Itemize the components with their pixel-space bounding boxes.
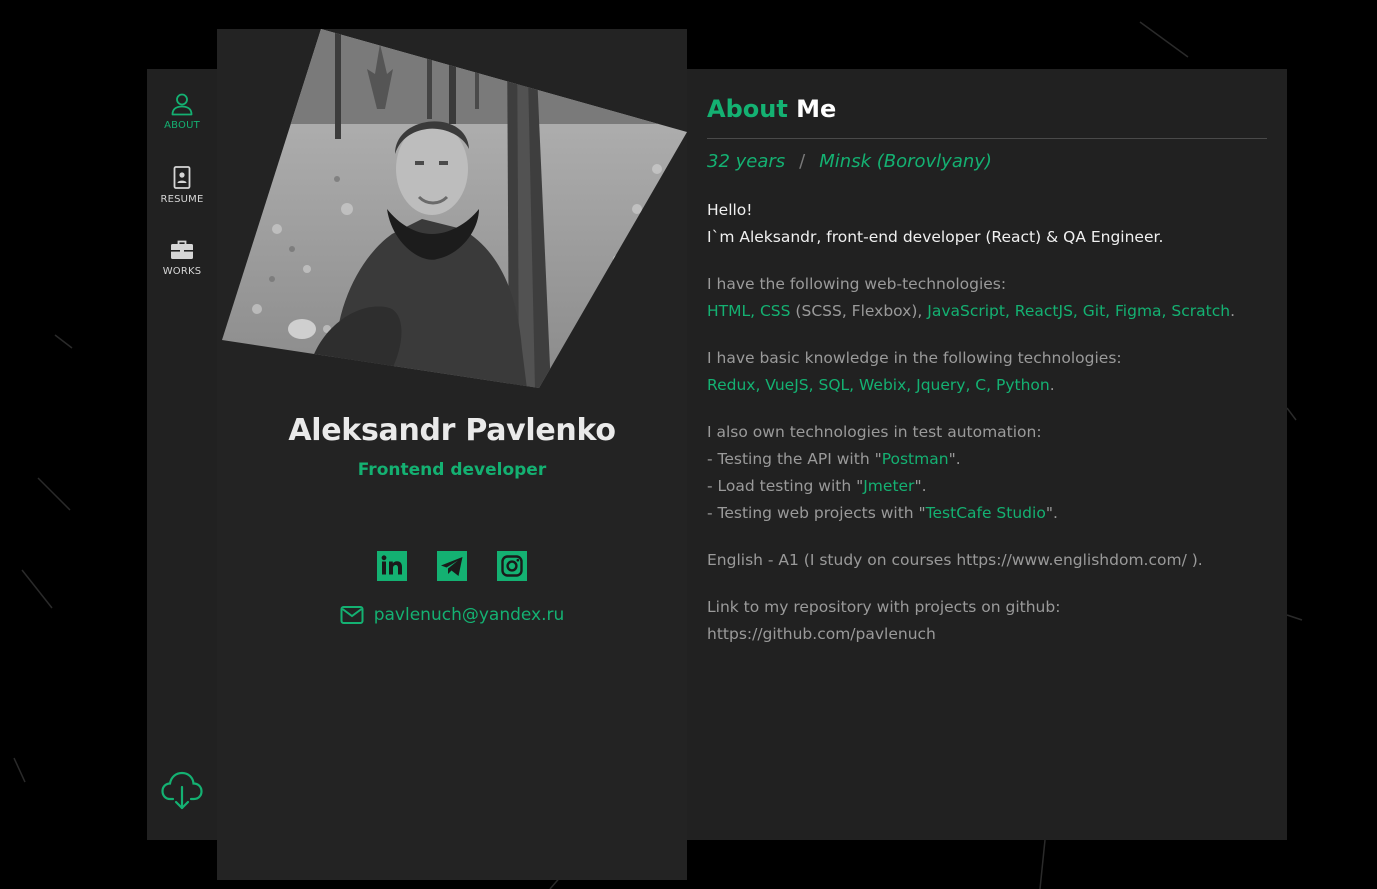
tech-list-a: HTML, CSS: [707, 302, 791, 320]
english-paragraph: English - A1 (I study on courses https:/…: [707, 551, 1203, 569]
envelope-icon: [340, 606, 364, 624]
profile-role: Frontend developer: [357, 460, 547, 480]
about-meta: 32 years / Minsk (Borovlyany): [707, 151, 992, 172]
about-title: About Me: [707, 95, 836, 123]
profile-photo: [222, 29, 687, 388]
greeting: Hello! I`m Aleksandr, front-end develope…: [707, 197, 1267, 251]
automation-2-post: ".: [914, 477, 927, 495]
meta-separator: /: [799, 151, 806, 172]
nav-label-resume: RESUME: [160, 194, 204, 205]
basic-knowledge-paragraph: I have basic knowledge in the following …: [707, 345, 1267, 399]
briefcase-icon: [171, 240, 193, 259]
automation-1-pre: - Testing the API with ": [707, 450, 882, 468]
repo-link[interactable]: https://github.com/pavlenuch: [707, 625, 936, 643]
cloud-download-icon[interactable]: [161, 769, 203, 811]
greeting-line-2: I`m Aleksandr, front-end developer (Reac…: [707, 228, 1164, 246]
id-card-icon: [173, 166, 191, 189]
email-text: pavlenuch@yandex.ru: [373, 605, 565, 625]
automation-3-post: ".: [1045, 504, 1058, 522]
linkedin-link[interactable]: [377, 551, 407, 581]
automation-1-post: ".: [948, 450, 961, 468]
repository-paragraph: Link to my repository with projects on g…: [707, 594, 1267, 648]
nav-item-works[interactable]: WORKS: [147, 237, 217, 277]
automation-intro: I also own technologies in test automati…: [707, 423, 1042, 441]
nav-label-works: WORKS: [162, 266, 202, 277]
about-title-rest: Me: [787, 95, 837, 123]
email-link[interactable]: pavlenuch@yandex.ru: [217, 605, 687, 625]
repo-intro: Link to my repository with projects on g…: [707, 598, 1061, 616]
automation-2-pre: - Load testing with ": [707, 477, 864, 495]
location: Minsk (Borovlyany): [819, 151, 992, 172]
title-divider: [707, 138, 1267, 139]
tech-list-c: JavaScript, ReactJS, Git, Figma, Scratch: [927, 302, 1231, 320]
automation-3-pre: - Testing web projects with ": [707, 504, 926, 522]
automation-tool-testcafe: TestCafe Studio: [925, 504, 1046, 522]
profile-name: Aleksandr Pavlenko: [288, 413, 616, 448]
nav-item-resume[interactable]: RESUME: [147, 165, 217, 205]
side-navigation: ABOUT RESUME WORKS: [147, 69, 217, 840]
instagram-link[interactable]: [497, 551, 527, 581]
about-title-accent: About: [707, 95, 788, 123]
automation-paragraph: I also own technologies in test automati…: [707, 419, 1267, 527]
basic-end: .: [1049, 376, 1055, 394]
basic-list: Redux, VueJS, SQL, Webix, Jquery, C, Pyt…: [707, 376, 1050, 394]
age: 32 years: [707, 151, 786, 172]
user-icon: [171, 93, 193, 116]
tech-intro: I have the following web-technologies:: [707, 275, 1007, 293]
telegram-link[interactable]: [437, 551, 467, 581]
technologies-paragraph: I have the following web-technologies: H…: [707, 271, 1267, 325]
instagram-icon: [501, 555, 523, 577]
basic-intro: I have basic knowledge in the following …: [707, 349, 1122, 367]
profile-card: Aleksandr Pavlenko Frontend developer pa…: [217, 29, 687, 880]
nav-item-about[interactable]: ABOUT: [147, 91, 217, 131]
linkedin-icon: [381, 555, 402, 575]
tech-list-d: .: [1230, 302, 1235, 320]
automation-tool-jmeter: Jmeter: [863, 477, 915, 495]
about-panel: About Me 32 years / Minsk (Borovlyany) Hel…: [687, 69, 1287, 840]
automation-tool-postman: Postman: [881, 450, 949, 468]
tech-list-b: (SCSS, Flexbox),: [790, 302, 928, 320]
about-content: Hello! I`m Aleksandr, front-end develope…: [707, 197, 1267, 668]
social-links: [217, 551, 687, 581]
telegram-icon: [441, 557, 463, 576]
greeting-line-1: Hello!: [707, 201, 753, 219]
nav-label-about: ABOUT: [164, 120, 200, 131]
